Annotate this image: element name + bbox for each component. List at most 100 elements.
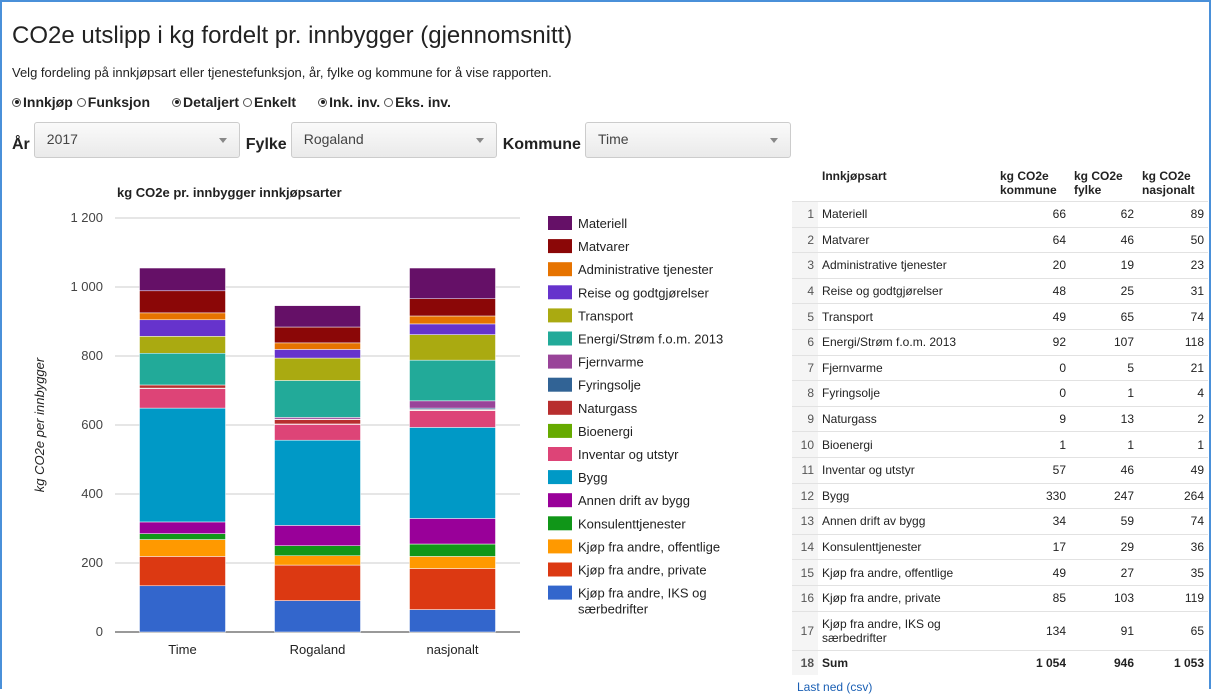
bar-segment [409,334,496,361]
row-county-value: 59 [1070,508,1138,535]
municipality-select[interactable]: Time [584,122,791,158]
row-municipality-value: 57 [996,456,1070,484]
bar-segment [274,305,361,328]
table-row: 12 Bygg 330 247 264 [792,482,1208,509]
row-municipality-value: 134 [996,610,1070,650]
row-national-value: 2 [1138,405,1208,432]
radio-group-type: Innkjøp Funksjon [12,94,154,110]
row-index: 9 [792,405,818,432]
chevron-down-icon [475,138,484,143]
table-row: 11 Inventar og utstyr 57 46 49 [792,456,1208,484]
header-national[interactable]: kg CO2e nasjonalt [1138,165,1208,202]
row-category: Energi/Strøm f.o.m. 2013 [818,328,996,356]
row-national-value: 49 [1138,456,1208,484]
radio-indicator[interactable] [12,97,21,107]
county-select[interactable]: Rogaland [290,122,497,158]
radio-detaljert[interactable]: Detaljert [172,94,239,110]
bar-segment [409,315,496,325]
row-index: 13 [792,508,818,535]
legend-swatch [548,423,572,438]
radio-indicator[interactable] [172,97,182,107]
radio-funksjon[interactable]: Funksjon [76,94,150,110]
table-row: 14 Konsulenttjenester 17 29 36 [792,533,1208,560]
legend-swatch [548,516,572,531]
legend-swatch [548,308,572,323]
bar-segment [139,585,226,633]
radio-innkjop[interactable]: Innkjøp [12,94,73,110]
year-label: År [12,136,30,153]
bar-segment [409,298,496,317]
legend-swatch [548,493,572,508]
bar-segment [139,384,226,389]
row-index: 10 [792,431,818,458]
row-index: 7 [792,354,818,381]
row-index: 6 [792,328,818,356]
legend-label: Fyringsolje [578,378,641,393]
radio-indicator[interactable] [243,97,253,107]
bar-segment [274,439,361,526]
row-county-value: 1 [1070,380,1138,407]
row-national-value: 36 [1138,533,1208,560]
radio-enkelt[interactable]: Enkelt [243,94,296,110]
row-category: Kjøp fra andre, offentlige [818,559,996,586]
county-value: Rogaland [303,131,364,147]
bar-segment [274,357,361,381]
row-national-value: 89 [1138,201,1208,228]
legend-label: Annen drift av bygg [578,493,690,508]
radio-label: Innkjøp [23,94,73,110]
chevron-down-icon [218,138,227,143]
bar-segment [409,410,496,428]
radio-indicator[interactable] [318,97,328,107]
header-county[interactable]: kg CO2e fylke [1070,165,1138,202]
radio-label: Eks. inv. [395,94,451,110]
bar-segment [139,352,226,386]
bar-segment [409,323,496,335]
y-axis-label: kg CO2e per innbygger [32,357,47,492]
y-tick-label: 200 [81,555,103,570]
legend-swatch [548,239,572,254]
legend-label: Inventar og utstyr [578,447,679,462]
legend-label: Transport [578,308,634,323]
bar-segment [274,600,361,633]
legend-swatch [548,331,572,346]
row-county-value: 247 [1070,482,1138,509]
bar-segment [409,427,496,519]
row-national-value: 118 [1138,328,1208,356]
radio-indicator[interactable] [76,97,86,107]
legend-label: Bygg [578,470,608,485]
radio-label: Detaljert [183,94,240,110]
row-municipality-value: 49 [996,303,1070,330]
row-county-value: 13 [1070,405,1138,432]
legend-swatch [548,285,572,300]
table-row: 15 Kjøp fra andre, offentlige 49 27 35 [792,559,1208,586]
radio-ink-inv[interactable]: Ink. inv. [318,94,380,110]
row-category: Transport [818,303,996,330]
row-municipality-value: 9 [996,405,1070,432]
row-category: Annen drift av bygg [818,508,996,535]
bar-segment [409,609,496,633]
legend-label-line: særbedrifter [578,602,649,617]
radio-eks-inv[interactable]: Eks. inv. [384,94,451,110]
legend-swatch [548,585,572,600]
header-index[interactable] [792,165,818,202]
bar-segment [139,556,226,587]
header-municipality[interactable]: kg CO2e kommune [996,165,1070,202]
row-index: 14 [792,533,818,560]
table-row: 2 Matvarer 64 46 50 [792,226,1208,253]
radio-label: Ink. inv. [329,94,381,110]
row-category: Sum [818,649,996,676]
header-category[interactable]: Innkjøpsart [818,165,996,202]
download-link[interactable]: Last ned (csv) [797,680,872,694]
legend-swatch [548,216,572,230]
table-row: 17 Kjøp fra andre, IKS og særbedrifter 134… [792,610,1208,650]
y-tick-label: 400 [81,486,103,501]
row-index: 5 [792,303,818,330]
radio-indicator[interactable] [384,97,394,107]
bar-segment [274,326,361,344]
row-national-value: 74 [1138,508,1208,535]
year-select[interactable]: 2017 [33,122,240,158]
legend-swatch [548,470,572,485]
table-row: 16 Kjøp fra andre, private 85 103 119 [792,584,1208,611]
row-municipality-value: 64 [996,226,1070,253]
bar-segment [274,342,361,350]
